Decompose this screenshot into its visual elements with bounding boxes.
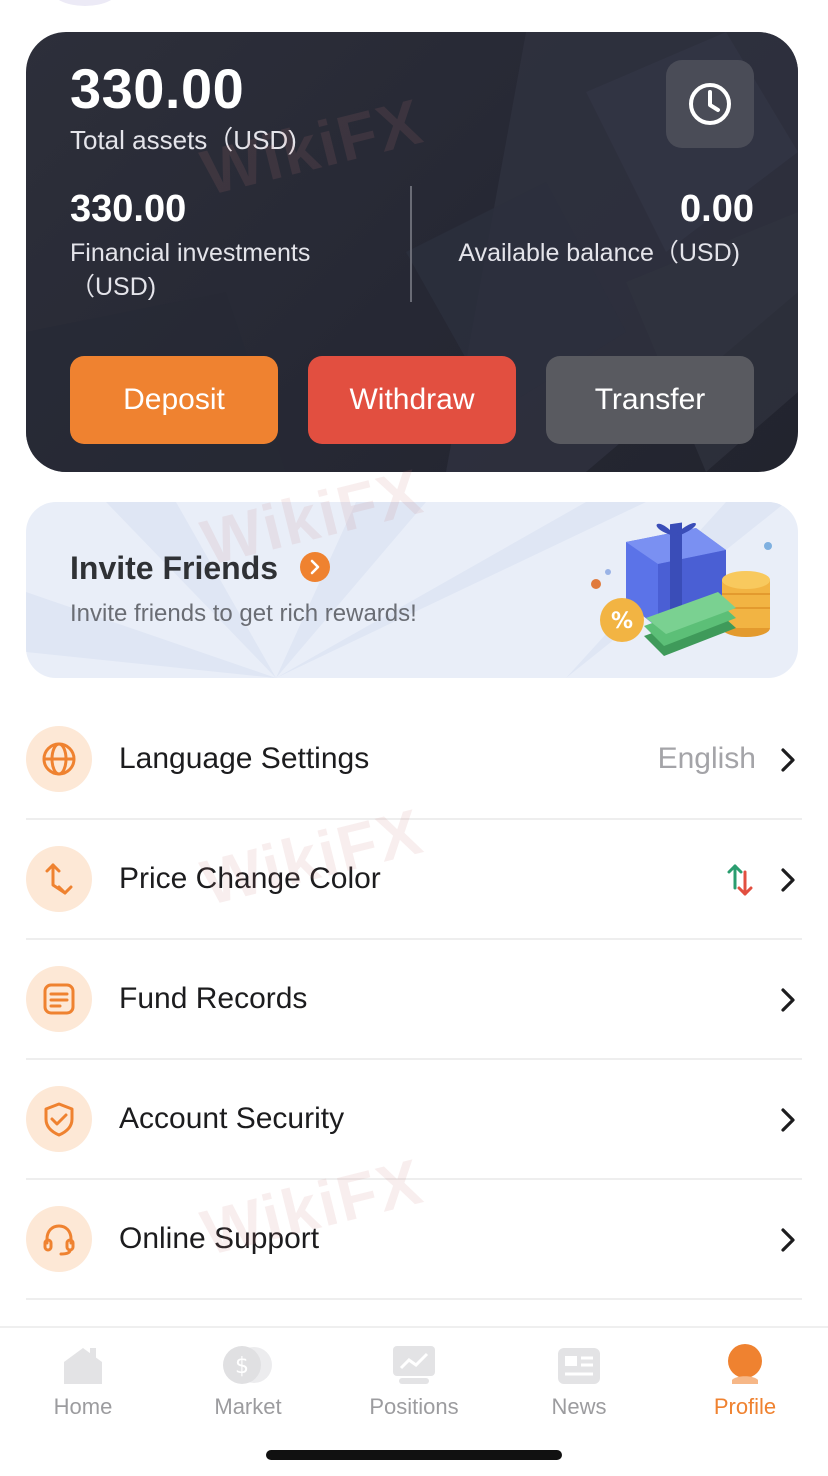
tab-label: Positions [369, 1394, 459, 1419]
headset-icon [26, 1206, 92, 1272]
settings-label: Language Settings [119, 742, 370, 775]
chevron-right-icon [781, 748, 795, 772]
tab-market[interactable]: $ Market [188, 1342, 308, 1420]
transfer-button[interactable]: Transfer [546, 356, 754, 444]
shield-check-icon [26, 1086, 92, 1152]
settings-label: Account Security [119, 1102, 345, 1135]
positions-icon [393, 1346, 435, 1384]
tab-label: News [551, 1394, 607, 1419]
svg-text:$: $ [235, 1354, 249, 1379]
invite-subtitle: Invite friends to get rich rewards! [70, 600, 417, 627]
settings-label: Price Change Color [119, 862, 381, 895]
withdraw-button[interactable]: Withdraw [308, 356, 516, 444]
chevron-right-icon [781, 1228, 795, 1252]
language-value: English [657, 742, 756, 775]
tab-label: Market [214, 1394, 282, 1419]
settings-row-language[interactable]: Language Settings English [26, 700, 802, 820]
tab-positions[interactable]: Positions [354, 1342, 474, 1420]
financial-investments-label: Financial investments（USD) [70, 239, 311, 301]
financial-investments-value: 330.00 [70, 188, 187, 230]
assets-card: 330.00 Total assets（USD) 330.00 Financia… [26, 32, 798, 472]
total-assets-value: 330.00 [70, 57, 245, 120]
invite-friends-banner[interactable]: Invite Friends Invite friends to get ric… [26, 502, 798, 678]
home-indicator [266, 1450, 562, 1460]
chevron-right-icon [781, 868, 795, 892]
divider [410, 186, 412, 302]
document-icon [26, 966, 92, 1032]
clock-icon [689, 83, 731, 125]
chevron-right-icon [781, 988, 795, 1012]
chevron-right-icon[interactable] [300, 552, 330, 582]
settings-list: Language Settings English Price Change C… [26, 700, 802, 1300]
globe-icon [26, 726, 92, 792]
market-icon: $ [223, 1346, 272, 1384]
home-icon [64, 1348, 102, 1384]
tab-label: Home [53, 1394, 113, 1419]
deposit-button[interactable]: Deposit [70, 356, 278, 444]
news-icon [558, 1348, 600, 1384]
total-assets-label: Total assets（USD) [70, 125, 297, 155]
price-change-icon [26, 846, 92, 912]
up-down-color-icon [727, 864, 753, 896]
available-balance-value: 0.00 [680, 188, 754, 230]
tab-news[interactable]: News [519, 1342, 639, 1420]
history-button[interactable] [666, 60, 754, 148]
tab-home[interactable]: Home [23, 1342, 143, 1420]
avatar[interactable] [50, 0, 120, 6]
settings-row-price-change-color[interactable]: Price Change Color [26, 820, 802, 940]
svg-text:%: % [611, 609, 633, 634]
available-balance-label: Available balance（USD) [458, 239, 740, 267]
settings-row-fund-records[interactable]: Fund Records [26, 940, 802, 1060]
profile-icon [728, 1344, 762, 1384]
invite-title: Invite Friends [70, 550, 279, 586]
tab-label: Profile [713, 1394, 777, 1419]
settings-row-account-security[interactable]: Account Security [26, 1060, 802, 1180]
chevron-right-icon [781, 1108, 795, 1132]
settings-label: Online Support [119, 1222, 320, 1255]
gift-rewards-illustration: % [591, 522, 772, 656]
tab-profile[interactable]: Profile [685, 1342, 805, 1420]
settings-row-online-support[interactable]: Online Support [26, 1180, 802, 1300]
settings-label: Fund Records [119, 982, 308, 1015]
